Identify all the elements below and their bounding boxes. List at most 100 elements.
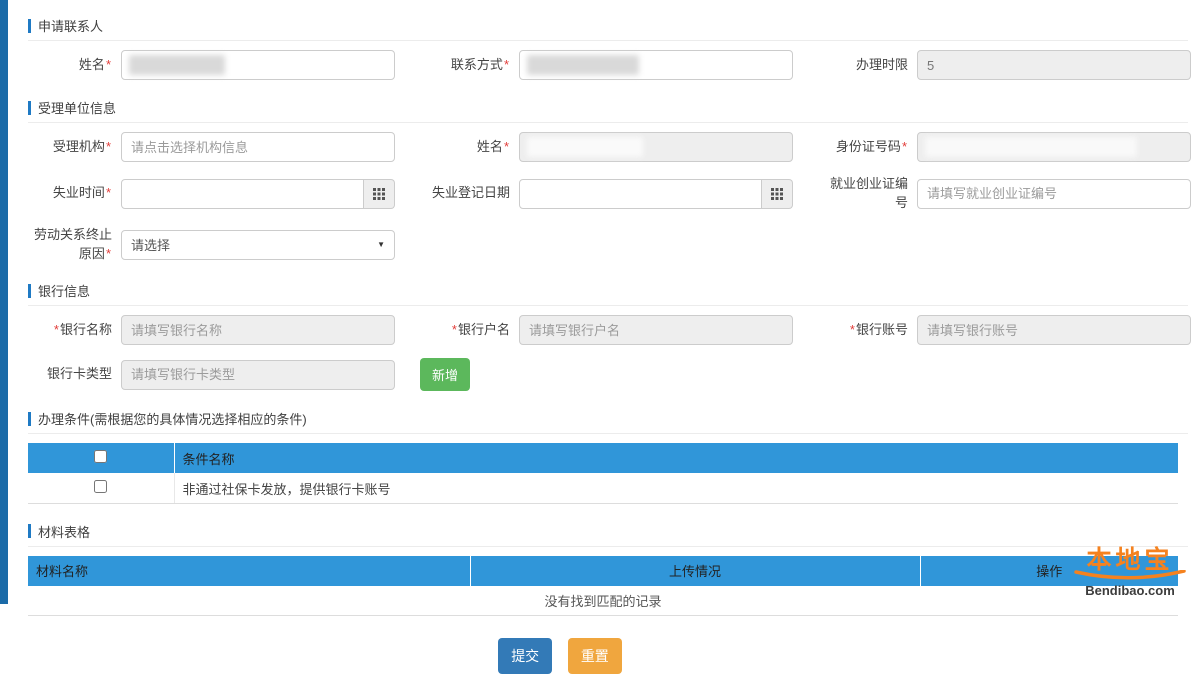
agency-label: 受理机构* [28, 138, 112, 157]
section-title: 办理条件(需根据您的具体情况选择相应的条件) [38, 409, 307, 428]
bank-card-type-wrap [121, 360, 395, 390]
material-name-header: 材料名称 [28, 556, 470, 586]
select-all-cell [28, 443, 174, 473]
bank-account-no-input [917, 315, 1191, 345]
section-bar [28, 524, 31, 538]
contact-label: 联系方式* [420, 56, 510, 75]
termination-reason-select[interactable]: 请选择 ▼ [121, 230, 395, 260]
id-number-input [917, 132, 1191, 162]
section-accepting-unit: 受理单位信息 [28, 98, 1188, 123]
required-mark: * [504, 57, 509, 72]
person-name-input-wrap [519, 132, 793, 162]
termination-reason-label: 劳动关系终止原因* [28, 226, 112, 264]
contact-input[interactable] [519, 50, 793, 80]
bank-account-no-wrap [917, 315, 1191, 345]
empty-row: 没有找到匹配的记录 [28, 586, 1178, 616]
calendar-addon[interactable] [762, 179, 793, 209]
section-bar [28, 101, 31, 115]
time-limit-input-wrap [917, 50, 1191, 80]
form-row: 银行卡类型 新增 [28, 358, 1188, 391]
reset-button[interactable]: 重置 [568, 638, 622, 674]
condition-row: 非通过社保卡发放，提供银行卡账号 [28, 473, 1178, 503]
employment-cert-no-label: 就业创业证编号 [818, 175, 908, 213]
form-row: 劳动关系终止原因* 请选择 ▼ [28, 226, 1188, 264]
required-mark: * [54, 322, 59, 337]
agency-input-wrap [121, 132, 395, 162]
section-materials: 材料表格 [28, 522, 1188, 547]
required-mark: * [106, 57, 111, 72]
selected-option: 请选择 [131, 235, 170, 254]
required-mark: * [106, 246, 111, 261]
left-edge-strip [0, 0, 8, 604]
employment-cert-no-input[interactable] [917, 179, 1191, 209]
form-row: 失业时间* 失业登记日期 [28, 175, 1188, 213]
add-button[interactable]: 新增 [420, 358, 470, 391]
section-bank-info: 银行信息 [28, 281, 1188, 306]
form-actions: 提交 重置 [0, 638, 1140, 674]
unemployment-reg-date-input[interactable] [519, 179, 762, 209]
condition-checkbox-cell [28, 473, 174, 503]
section-title: 受理单位信息 [38, 98, 116, 117]
section-bar [28, 284, 31, 298]
logo-domain: Bendibao.com [1070, 583, 1190, 598]
bank-name-input [121, 315, 395, 345]
calendar-grid-icon [373, 188, 385, 200]
section-title: 银行信息 [38, 281, 90, 300]
calendar-addon[interactable] [364, 179, 395, 209]
required-mark: * [106, 139, 111, 154]
person-name-input [519, 132, 793, 162]
bank-card-type-input [121, 360, 395, 390]
name-label: 姓名* [28, 56, 112, 75]
employment-cert-no-wrap [917, 179, 1191, 209]
condition-name: 非通过社保卡发放，提供银行卡账号 [174, 473, 1178, 503]
section-title: 申请联系人 [38, 16, 103, 35]
materials-table: 材料名称 上传情况 操作 没有找到匹配的记录 [28, 556, 1178, 617]
required-mark: * [504, 139, 509, 154]
contact-input-wrap [519, 50, 793, 80]
name-input[interactable] [121, 50, 395, 80]
condition-name-header: 条件名称 [174, 443, 1178, 473]
person-name-label: 姓名* [420, 138, 510, 157]
unemployment-reg-date-label: 失业登记日期 [420, 184, 510, 203]
unemployment-date-group [121, 179, 395, 209]
section-conditions: 办理条件(需根据您的具体情况选择相应的条件) [28, 409, 1188, 434]
unemployment-reg-date-group [519, 179, 793, 209]
agency-input[interactable] [121, 132, 395, 162]
select-all-checkbox[interactable] [94, 450, 107, 463]
bank-account-no-label: *银行账号 [818, 321, 908, 340]
condition-checkbox[interactable] [94, 480, 107, 493]
bank-name-wrap [121, 315, 395, 345]
form-row: 姓名* 联系方式* 办理时限 [28, 50, 1188, 80]
bank-account-name-wrap [519, 315, 793, 345]
calendar-grid-icon [771, 188, 783, 200]
required-mark: * [850, 322, 855, 337]
conditions-table-header: 条件名称 [28, 443, 1178, 473]
chevron-down-icon: ▼ [377, 240, 385, 249]
section-bar [28, 412, 31, 426]
bendibao-logo: 本地宝 Bendibao.com [1070, 547, 1190, 599]
bank-account-name-input [519, 315, 793, 345]
materials-table-header: 材料名称 上传情况 操作 [28, 556, 1178, 586]
required-mark: * [106, 185, 111, 200]
logo-title: 本地宝 [1070, 547, 1190, 575]
section-applicant-contact: 申请联系人 [28, 16, 1188, 41]
form-row: 受理机构* 姓名* 身份证号码* [28, 132, 1188, 162]
id-number-input-wrap [917, 132, 1191, 162]
required-mark: * [452, 322, 457, 337]
upload-status-header: 上传情况 [470, 556, 920, 586]
bank-account-name-label: *银行户名 [420, 321, 510, 340]
time-limit-input [917, 50, 1191, 80]
bank-name-label: *银行名称 [28, 321, 112, 340]
id-number-label: 身份证号码* [818, 138, 908, 157]
no-records-text: 没有找到匹配的记录 [28, 586, 1178, 616]
required-mark: * [902, 139, 907, 154]
unemployment-date-input[interactable] [121, 179, 364, 209]
form-row: *银行名称 *银行户名 *银行账号 [28, 315, 1188, 345]
bank-card-type-label: 银行卡类型 [28, 365, 112, 384]
name-input-wrap [121, 50, 395, 80]
submit-button[interactable]: 提交 [498, 638, 552, 674]
conditions-table: 条件名称 非通过社保卡发放，提供银行卡账号 [28, 443, 1178, 504]
section-bar [28, 19, 31, 33]
section-title: 材料表格 [38, 522, 90, 541]
form-page: 申请联系人 姓名* 联系方式* 办理时限 受理单位信息 [8, 0, 1200, 604]
